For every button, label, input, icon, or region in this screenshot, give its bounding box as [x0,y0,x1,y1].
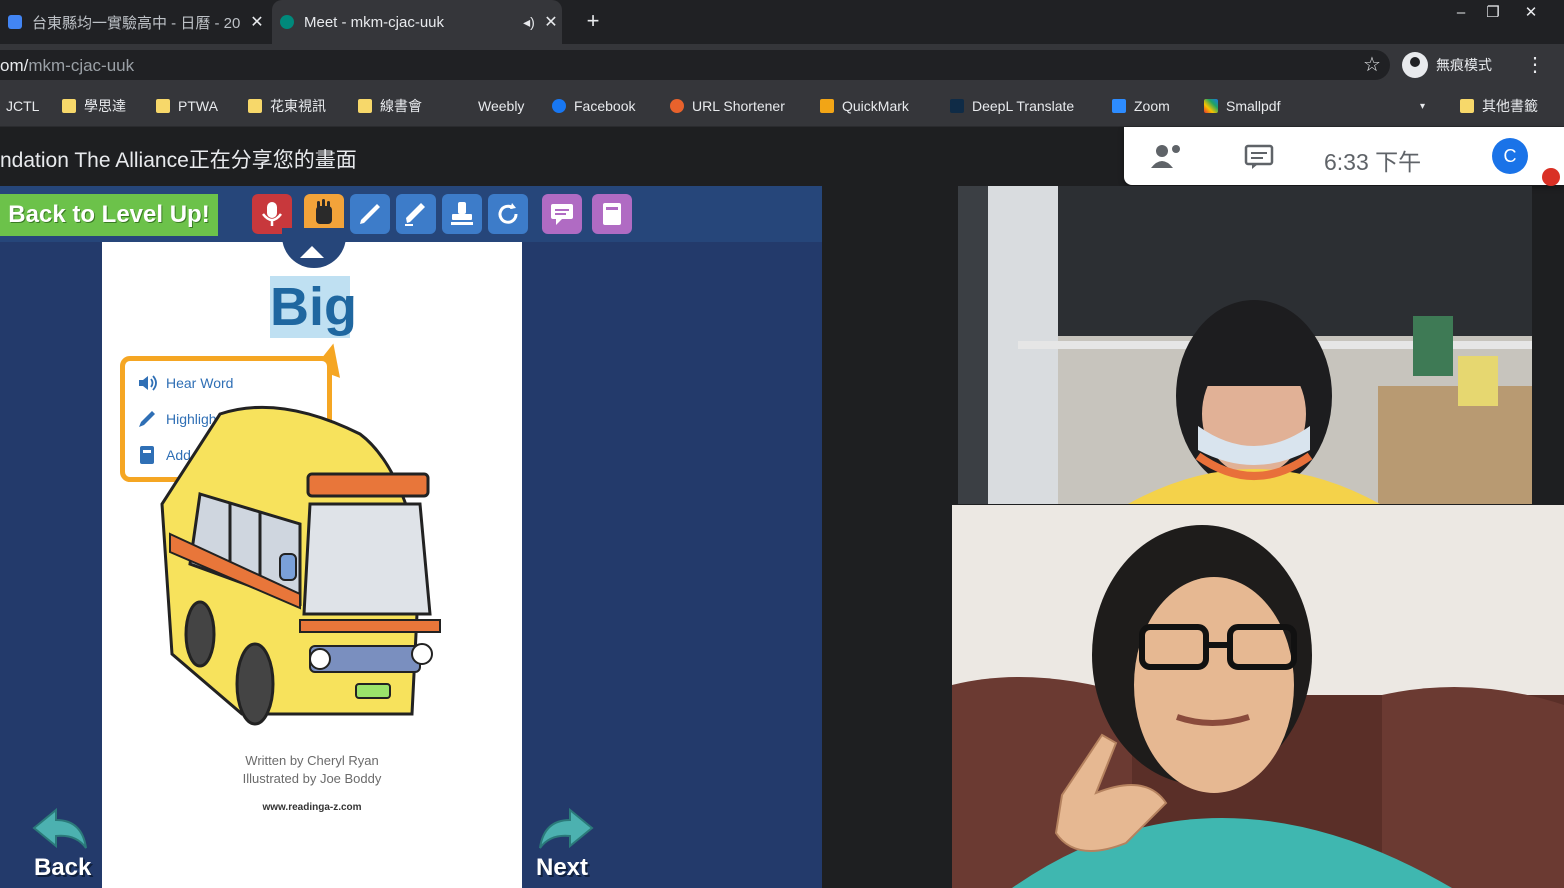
back-arrow-icon[interactable] [30,806,90,850]
bookmark-folder[interactable]: PTWA [156,86,218,126]
participant-video-tile[interactable] [952,505,1564,888]
other-bookmarks[interactable]: 其他書籤 [1460,86,1538,126]
bookmarks-overflow-icon[interactable]: ▾ [1420,86,1425,126]
url-path: mkm-cjac-uuk [28,56,135,75]
bookmark-label: Weebly [478,98,525,114]
bookmark-quickmark[interactable]: QuickMark [820,86,909,126]
bookmark-label: Smallpdf [1226,98,1281,114]
presenting-banner: ndation The Alliance正在分享您的畫面 [0,149,357,172]
deepl-icon [950,99,964,113]
next-button[interactable]: Next [536,854,588,882]
bookmark-facebook[interactable]: Facebook [552,86,635,126]
incognito-icon [1402,52,1428,78]
back-button[interactable]: Back [34,854,91,882]
next-arrow-icon[interactable] [536,806,596,850]
url-domain: om/ [0,56,29,75]
tab-calendar[interactable]: 台東縣均一實驗高中 - 日曆 - 20 ✕ [0,0,268,44]
bookmark-label: Facebook [574,98,636,114]
bookmark-folder[interactable]: 學思達 [62,86,126,126]
participant-video [952,505,1564,888]
bookmark-label: 學思達 [84,98,126,114]
participant-video-tile[interactable] [958,186,1532,504]
bookmark-label: 花東視訊 [270,98,326,114]
bookmark-smallpdf[interactable]: Smallpdf [1204,86,1280,126]
folder-icon [358,99,372,113]
selected-word[interactable]: Big [270,276,357,338]
bookmark-jctl[interactable]: JCTL [6,86,39,126]
bookmark-label: JCTL [6,98,40,114]
folder-icon [248,99,262,113]
publisher-site: www.readinga-z.com [262,802,362,813]
bookmark-label: URL Shortener [692,98,785,114]
journal-icon [140,446,154,464]
chevron-up-icon [300,246,324,258]
facebook-icon [552,99,566,113]
bookmark-label: DeepL Translate [972,98,1075,114]
bookmark-label: PTWA [178,98,218,114]
close-tab-icon[interactable]: ✕ [246,12,268,32]
restore-button[interactable]: ❐ [1476,2,1510,24]
meet-clock: 6:33 下午 [1324,149,1422,175]
chat-icon[interactable] [1244,144,1274,170]
meet-favicon-icon [280,15,294,29]
recording-indicator-icon [1542,168,1560,186]
close-tab-icon[interactable]: ✕ [540,12,562,32]
new-tab-button[interactable]: + [580,8,606,34]
bookmark-star-icon[interactable]: ☆ [1360,52,1384,78]
bookmark-zoom[interactable]: Zoom [1112,86,1170,126]
address-bar[interactable] [0,50,1390,80]
highlighter-icon [139,411,155,427]
book-credits: Written by Cheryl Ryan Illustrated by Jo… [102,752,522,788]
tab-title: 台東縣均一實驗高中 - 日曆 - 20 [32,14,241,32]
author-line: Written by Cheryl Ryan [245,753,379,768]
bus-illustration [160,405,441,726]
participants-icon[interactable] [1150,140,1186,172]
journal-icon[interactable] [592,194,632,234]
user-avatar[interactable]: C [1492,138,1528,174]
back-to-level-up-button[interactable]: Back to Level Up! [0,194,218,236]
speaker-icon [139,375,157,391]
folder-icon [62,99,76,113]
bookmark-weebly[interactable]: Weebly [478,86,524,126]
url-text[interactable]: om/mkm-cjac-uuk [0,56,134,76]
url-shortener-icon [670,99,684,113]
bookmark-label: 其他書籤 [1482,98,1538,114]
tab-title: Meet - mkm-cjac-uuk [304,13,445,31]
profile-button[interactable]: 無痕模式 [1402,50,1492,80]
bookmark-label: QuickMark [842,98,909,114]
bookmark-deepl[interactable]: DeepL Translate [950,86,1074,126]
folder-icon [1460,99,1474,113]
illustrator-line: Illustrated by Joe Boddy [242,771,382,786]
menu-icon[interactable]: ⋮ [1522,52,1548,78]
minimize-button[interactable]: – [1444,2,1478,24]
tab-meet[interactable]: Meet - mkm-cjac-uuk ◂) ✕ [272,0,562,44]
profile-label: 無痕模式 [1436,57,1492,73]
audio-icon[interactable]: ◂) [518,14,540,31]
highlighter-icon[interactable] [396,194,436,234]
stamp-icon[interactable] [442,194,482,234]
smallpdf-icon [1204,99,1218,113]
quickmark-icon [820,99,834,113]
pencil-icon[interactable] [350,194,390,234]
bookmark-folder[interactable]: 線書會 [358,86,422,126]
close-window-button[interactable]: ✕ [1514,2,1548,24]
bookmark-label: 線書會 [380,98,422,114]
folder-icon [156,99,170,113]
refresh-icon[interactable] [488,194,528,234]
calendar-favicon-icon [8,15,22,29]
bookmark-url-shortener[interactable]: URL Shortener [670,86,785,126]
zoom-icon [1112,99,1126,113]
bookmark-label: Zoom [1134,98,1170,114]
participant-video [958,186,1532,504]
comment-icon[interactable] [542,194,582,234]
bookmark-folder[interactable]: 花東視訊 [248,86,326,126]
